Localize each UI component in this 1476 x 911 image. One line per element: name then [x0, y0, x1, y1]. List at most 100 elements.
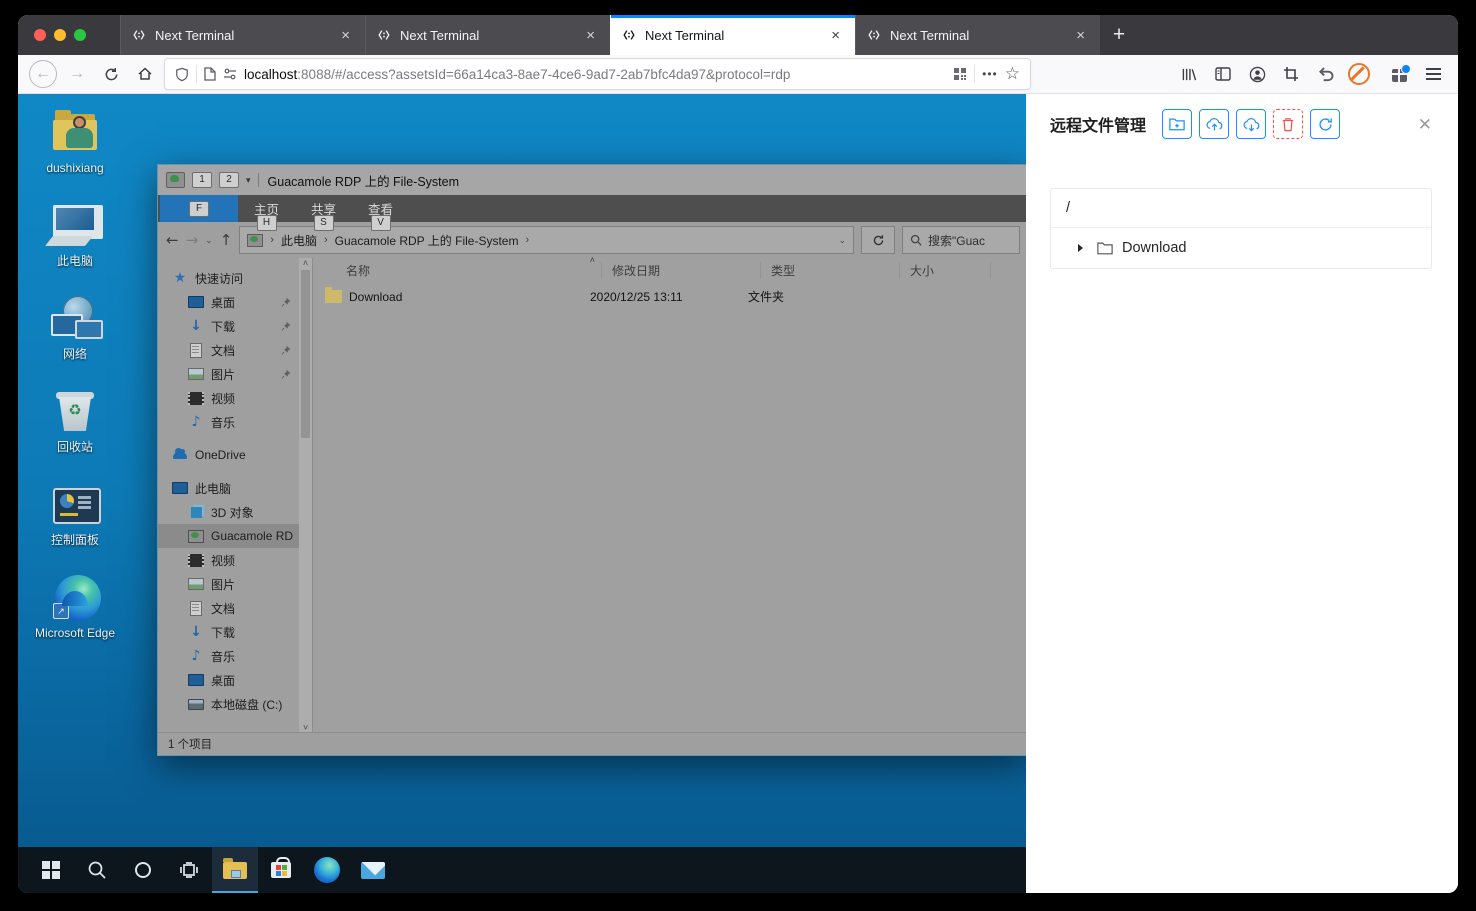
column-type[interactable]: 类型 [761, 262, 900, 279]
nav-videos[interactable]: 视频 [158, 386, 299, 410]
nav-3d-objects[interactable]: 3D 对象 [158, 500, 299, 524]
extension-gift-button[interactable] [1384, 60, 1414, 88]
nav-guacamole-drive-selected[interactable]: Guacamole RD [158, 524, 299, 548]
qr-page-action-icon[interactable] [953, 67, 967, 81]
taskbar-search-button[interactable] [74, 847, 120, 893]
column-name[interactable]: 名称˄ [313, 262, 602, 279]
shield-icon[interactable] [175, 67, 189, 82]
undo-close-tab-button[interactable] [1310, 60, 1340, 88]
url-bar[interactable]: localhost:8088/#/access?assetsId=66a14ca… [164, 58, 1031, 90]
back-button[interactable]: ← [28, 60, 58, 88]
reload-button[interactable] [96, 60, 126, 88]
screenshot-button[interactable] [1276, 60, 1306, 88]
refresh-button[interactable] [861, 226, 895, 254]
nav-desktop[interactable]: 桌面 [158, 290, 299, 314]
nav-forward-button[interactable]: → [186, 231, 199, 249]
nav-music[interactable]: ♪音乐 [158, 410, 299, 434]
taskbar-file-explorer-button[interactable] [212, 847, 258, 893]
expand-caret-icon[interactable] [1078, 244, 1083, 252]
desktop-icon-control-panel[interactable]: 控制面板 [30, 482, 120, 548]
file-row-download[interactable]: Download 2020/12/25 13:11 文件夹 [313, 283, 1026, 310]
tab-close-icon[interactable]: × [581, 25, 600, 46]
close-window-button[interactable] [34, 29, 46, 41]
new-folder-button[interactable] [1162, 109, 1192, 139]
nav-videos-pc[interactable]: 视频 [158, 548, 299, 572]
tab-close-icon[interactable]: × [336, 25, 355, 46]
tab-close-icon[interactable]: × [1071, 25, 1090, 46]
address-dropdown-icon[interactable]: ⌄ [838, 235, 846, 246]
nav-downloads-pc[interactable]: ↓下载 [158, 620, 299, 644]
nav-pictures-pc[interactable]: 图片 [158, 572, 299, 596]
upload-button[interactable] [1199, 109, 1229, 139]
nav-desktop-pc[interactable]: 桌面 [158, 668, 299, 692]
desktop-icon-recycle-bin[interactable]: ♻ 回收站 [30, 389, 120, 455]
zoom-window-button[interactable] [74, 29, 86, 41]
nav-scrollbar[interactable]: ˄ ˄ [299, 258, 312, 732]
taskbar-mail-button[interactable] [350, 847, 396, 893]
current-path[interactable]: / [1051, 189, 1431, 228]
desktop-icon-dushixiang[interactable]: dushixiang [30, 110, 120, 176]
library-button[interactable] [1174, 60, 1204, 88]
task-view-button[interactable] [166, 847, 212, 893]
file-explorer-window[interactable]: 1 2 ▾ Guacamole RDP 上的 File-System 文件 F … [157, 164, 1026, 756]
nav-back-button[interactable]: ← [166, 231, 179, 249]
nav-pictures[interactable]: 图片 [158, 362, 299, 386]
nav-up-button[interactable]: ↑ [220, 231, 233, 249]
scrollbar-thumb[interactable] [301, 270, 310, 438]
ribbon-tab-home[interactable]: 主页 H [238, 195, 295, 222]
nav-history-dropdown-icon[interactable]: ⌄ [205, 235, 213, 246]
nav-this-pc[interactable]: 此电脑 [158, 476, 299, 500]
qat-dropdown-icon[interactable]: ▾ [246, 175, 251, 186]
new-tab-button[interactable]: + [1100, 15, 1138, 55]
scroll-up-icon[interactable]: ˄ [303, 258, 308, 268]
nav-local-disk-c[interactable]: 本地磁盘 (C:) [158, 692, 299, 716]
breadcrumb-this-pc[interactable]: 此电脑 [281, 232, 317, 249]
download-button[interactable] [1236, 109, 1266, 139]
browser-tab-4[interactable]: Next Terminal × [855, 15, 1100, 55]
content-blocker-extension-button[interactable] [1344, 60, 1374, 88]
bookmark-star-icon[interactable]: ☆ [1005, 64, 1020, 84]
home-button[interactable] [130, 60, 160, 88]
sidebar-toggle-button[interactable] [1208, 60, 1238, 88]
nav-quick-access[interactable]: ★快速访问 [158, 266, 299, 290]
desktop-icon-this-pc[interactable]: 此电脑 [30, 203, 120, 269]
taskbar-edge-button[interactable] [304, 847, 350, 893]
rdp-viewport[interactable]: dushixiang 此电脑 网络 ♻ 回收站 [18, 94, 1026, 893]
nav-documents[interactable]: 文档 [158, 338, 299, 362]
ribbon-tab-share[interactable]: 共享 S [295, 195, 352, 222]
delete-button[interactable] [1273, 109, 1303, 139]
taskbar-store-button[interactable] [258, 847, 304, 893]
page-info-icon[interactable] [204, 67, 216, 81]
ribbon-tab-file[interactable]: 文件 F [160, 195, 238, 222]
nav-onedrive[interactable]: OneDrive [158, 443, 299, 467]
minimize-window-button[interactable] [54, 29, 66, 41]
desktop-icon-microsoft-edge[interactable]: ↗ Microsoft Edge [30, 575, 120, 641]
scroll-down-icon[interactable]: ˄ [303, 722, 308, 732]
account-button[interactable] [1242, 60, 1272, 88]
browser-tab-2[interactable]: Next Terminal × [365, 15, 610, 55]
breadcrumb-current[interactable]: Guacamole RDP 上的 File-System [335, 232, 519, 249]
browser-tab-1[interactable]: Next Terminal × [120, 15, 365, 55]
refresh-tree-button[interactable] [1310, 109, 1340, 139]
tab-close-icon[interactable]: × [826, 25, 845, 46]
tree-item-download[interactable]: Download [1051, 228, 1431, 268]
nav-documents-pc[interactable]: 文档 [158, 596, 299, 620]
menu-button[interactable] [1418, 60, 1448, 88]
cortana-button[interactable] [120, 847, 166, 893]
page-actions-button[interactable]: ••• [982, 67, 998, 81]
column-size[interactable]: 大小 [900, 262, 991, 279]
column-date-modified[interactable]: 修改日期 [602, 262, 761, 279]
drawer-close-button[interactable]: ✕ [1418, 116, 1432, 133]
explorer-title-bar[interactable]: 1 2 ▾ Guacamole RDP 上的 File-System [158, 165, 1026, 195]
start-button[interactable] [28, 847, 74, 893]
url-text[interactable]: localhost:8088/#/access?assetsId=66a14ca… [244, 67, 946, 82]
nav-downloads[interactable]: ↓下载 [158, 314, 299, 338]
browser-tab-3-active[interactable]: Next Terminal × [610, 15, 855, 55]
file-list-empty-area[interactable] [313, 310, 1026, 732]
explorer-search-box[interactable]: 搜索"Guac [902, 226, 1020, 254]
forward-button[interactable]: → [62, 60, 92, 88]
permissions-icon[interactable] [223, 68, 237, 80]
ribbon-tab-view[interactable]: 查看 V [352, 195, 409, 222]
desktop-icon-network[interactable]: 网络 [30, 296, 120, 362]
nav-music-pc[interactable]: ♪音乐 [158, 644, 299, 668]
